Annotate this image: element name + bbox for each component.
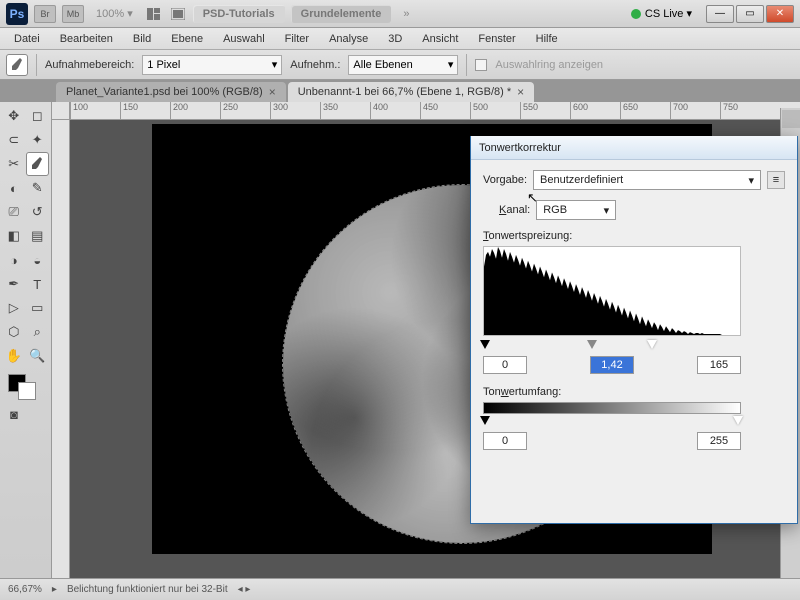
dodge-tool[interactable]: ◒ bbox=[26, 248, 50, 272]
cslive-label: CS Live ▾ bbox=[645, 7, 692, 20]
preset-menu-icon[interactable]: ≡ bbox=[767, 171, 785, 189]
menu-analyse[interactable]: Analyse bbox=[321, 31, 376, 47]
menu-filter[interactable]: Filter bbox=[277, 31, 317, 47]
output-white-field[interactable]: 255 bbox=[697, 432, 741, 450]
ruler-origin[interactable] bbox=[52, 102, 70, 120]
input-white-slider[interactable] bbox=[647, 340, 657, 349]
histogram bbox=[483, 246, 741, 336]
status-zoom[interactable]: 66,67% bbox=[8, 584, 42, 595]
cslive-status-icon bbox=[631, 9, 641, 19]
menu-ebene[interactable]: Ebene bbox=[163, 31, 211, 47]
gradient-tool[interactable]: ▤ bbox=[26, 224, 50, 248]
lasso-tool[interactable]: ⊂ bbox=[2, 128, 26, 152]
sample-size-dropdown[interactable]: 1 Pixel▾ bbox=[142, 55, 282, 75]
document-tabs: Planet_Variante1.psd bei 100% (RGB/8)× U… bbox=[0, 80, 800, 102]
input-black-slider[interactable] bbox=[480, 340, 490, 349]
menu-bar: Datei Bearbeiten Bild Ebene Auswahl Filt… bbox=[0, 28, 800, 50]
show-ring-checkbox[interactable] bbox=[475, 59, 487, 71]
channel-label: Kanal: bbox=[499, 204, 530, 216]
document-tab-inactive[interactable]: Planet_Variante1.psd bei 100% (RGB/8)× bbox=[56, 82, 286, 102]
wand-tool[interactable]: ✦ bbox=[26, 128, 50, 152]
sample-layers-label: Aufnehm.: bbox=[290, 59, 340, 71]
app-icon: Ps bbox=[6, 3, 28, 25]
output-black-slider[interactable] bbox=[480, 416, 490, 425]
input-gamma-slider[interactable] bbox=[587, 340, 597, 349]
pen-tool[interactable]: ✒ bbox=[2, 272, 26, 296]
input-white-field[interactable]: 165 bbox=[697, 356, 741, 374]
dialog-title[interactable]: Tonwertkorrektur bbox=[471, 136, 797, 160]
menu-ansicht[interactable]: Ansicht bbox=[414, 31, 466, 47]
cslive-button[interactable]: CS Live ▾ bbox=[631, 7, 692, 20]
output-levels-label: Tonwertumfang: bbox=[483, 386, 785, 398]
input-slider-track[interactable] bbox=[483, 340, 741, 352]
levels-dialog: Tonwertkorrektur Vorgabe: ↖ Benutzerdefi… bbox=[470, 136, 798, 524]
menu-datei[interactable]: Datei bbox=[6, 31, 48, 47]
quickmask-toggle[interactable]: ◙ bbox=[2, 402, 26, 426]
toolbox: ✥◻ ⊂✦ ✂ ◐✎ ⎚↺ ◧▤ ◑◒ ✒T ▷▭ ⬡⌕ ✋🔍 ◙ bbox=[0, 102, 52, 600]
ruler-horizontal[interactable]: 1001502002503003504004505005506006507007… bbox=[70, 102, 800, 120]
output-black-field[interactable]: 0 bbox=[483, 432, 527, 450]
eyedropper-tool[interactable] bbox=[26, 152, 50, 176]
history-brush-tool[interactable]: ↺ bbox=[26, 200, 50, 224]
output-slider-track[interactable] bbox=[483, 416, 741, 428]
menu-auswahl[interactable]: Auswahl bbox=[215, 31, 273, 47]
sample-layers-dropdown[interactable]: Alle Ebenen▾ bbox=[348, 55, 458, 75]
input-levels-label: Tonwertspreizung: bbox=[483, 230, 785, 242]
sample-size-label: Aufnahmebereich: bbox=[45, 59, 134, 71]
title-bar: Ps Br Mb 100% ▾ PSD-Tutorials Grundeleme… bbox=[0, 0, 800, 28]
move-tool[interactable]: ✥ bbox=[2, 104, 26, 128]
close-tab-icon[interactable]: × bbox=[517, 85, 524, 99]
3d-tool[interactable]: ⬡ bbox=[2, 320, 26, 344]
current-tool-eyedropper-icon[interactable] bbox=[6, 54, 28, 76]
zoom-tool[interactable]: 🔍 bbox=[26, 344, 50, 368]
preset-dropdown[interactable]: Benutzerdefiniert▾ bbox=[533, 170, 761, 190]
bridge-button[interactable]: Br bbox=[34, 5, 56, 23]
zoom-dropdown[interactable]: 100% ▾ bbox=[96, 7, 133, 20]
blur-tool[interactable]: ◑ bbox=[2, 248, 26, 272]
show-ring-label: Auswahlring anzeigen bbox=[495, 59, 603, 71]
menu-bearbeiten[interactable]: Bearbeiten bbox=[52, 31, 121, 47]
workspace-psd-tutorials[interactable]: PSD-Tutorials bbox=[193, 5, 285, 23]
input-gamma-field[interactable]: 1,42 bbox=[590, 356, 634, 374]
input-black-field[interactable]: 0 bbox=[483, 356, 527, 374]
text-tool[interactable]: T bbox=[26, 272, 50, 296]
menu-hilfe[interactable]: Hilfe bbox=[528, 31, 566, 47]
ruler-vertical[interactable] bbox=[52, 120, 70, 600]
status-message: Belichtung funktioniert nur bei 32-Bit bbox=[67, 584, 228, 595]
crop-tool[interactable]: ✂ bbox=[2, 152, 26, 176]
3d-camera-tool[interactable]: ⌕ bbox=[26, 320, 50, 344]
path-select-tool[interactable]: ▷ bbox=[2, 296, 26, 320]
marquee-tool[interactable]: ◻ bbox=[26, 104, 50, 128]
workspace-more[interactable]: » bbox=[403, 8, 409, 20]
panel-icon[interactable] bbox=[782, 110, 800, 128]
background-color[interactable] bbox=[18, 382, 36, 400]
close-tab-icon[interactable]: × bbox=[269, 85, 276, 99]
options-bar: Aufnahmebereich: 1 Pixel▾ Aufnehm.: Alle… bbox=[0, 50, 800, 80]
arrange-icon[interactable] bbox=[145, 5, 163, 23]
menu-bild[interactable]: Bild bbox=[125, 31, 159, 47]
preset-label: Vorgabe: bbox=[483, 174, 527, 186]
shape-tool[interactable]: ▭ bbox=[26, 296, 50, 320]
output-white-slider[interactable] bbox=[733, 416, 743, 425]
minimize-button[interactable]: — bbox=[706, 5, 734, 23]
close-button[interactable]: ✕ bbox=[766, 5, 794, 23]
channel-dropdown[interactable]: RGB▾ bbox=[536, 200, 616, 220]
eraser-tool[interactable]: ◧ bbox=[2, 224, 26, 248]
status-bar: 66,67% ▸ Belichtung funktioniert nur bei… bbox=[0, 578, 800, 600]
menu-3d[interactable]: 3D bbox=[380, 31, 410, 47]
menu-fenster[interactable]: Fenster bbox=[470, 31, 523, 47]
hand-tool[interactable]: ✋ bbox=[2, 344, 26, 368]
minibridge-button[interactable]: Mb bbox=[62, 5, 84, 23]
maximize-button[interactable]: ▭ bbox=[736, 5, 764, 23]
stamp-tool[interactable]: ⎚ bbox=[2, 200, 26, 224]
healing-tool[interactable]: ◐ bbox=[2, 176, 26, 200]
output-gradient bbox=[483, 402, 741, 414]
workspace-grundelemente[interactable]: Grundelemente bbox=[291, 5, 392, 23]
screenmode-icon[interactable] bbox=[169, 5, 187, 23]
document-tab-active[interactable]: Unbenannt-1 bei 66,7% (Ebene 1, RGB/8) *… bbox=[288, 82, 534, 102]
brush-tool[interactable]: ✎ bbox=[26, 176, 50, 200]
